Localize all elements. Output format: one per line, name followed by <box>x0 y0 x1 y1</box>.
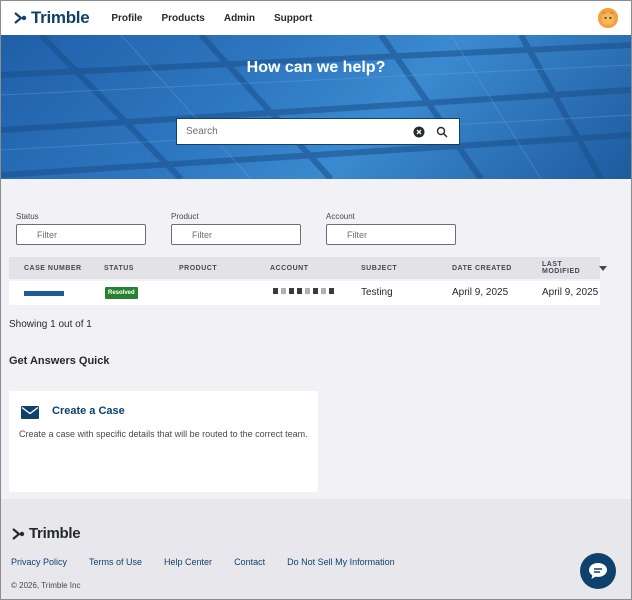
product-filter-label: Product <box>171 212 199 221</box>
logo-text: Trimble <box>31 8 90 27</box>
case-number-link[interactable] <box>24 291 64 296</box>
search-box <box>176 118 460 145</box>
sort-descending-icon[interactable] <box>599 266 607 271</box>
results-count: Showing 1 out of 1 <box>9 319 92 330</box>
column-status[interactable]: STATUS <box>104 265 134 272</box>
account-filter: Account <box>326 212 456 245</box>
status-filter-input[interactable] <box>16 224 146 245</box>
clear-icon[interactable] <box>413 126 425 138</box>
top-nav: Trimble Profile Products Admin Support <box>1 1 631 35</box>
hero-banner: How can we help? <box>1 35 631 179</box>
create-case-link[interactable]: Create a Case <box>52 405 125 417</box>
account-value-redacted <box>273 288 334 294</box>
footer-link-do-not-sell[interactable]: Do Not Sell My Information <box>287 557 395 567</box>
date-created-cell: April 9, 2025 <box>452 287 509 298</box>
hero-title: How can we help? <box>246 59 386 76</box>
footer-logo-text: Trimble <box>29 525 81 542</box>
avatar[interactable] <box>598 8 618 28</box>
column-last-modified[interactable]: LAST MODIFIED <box>542 261 600 275</box>
table-row[interactable]: Resolved Testing April 9, 2025 April 9, … <box>9 281 600 305</box>
create-case-description: Create a case with specific details that… <box>19 429 308 439</box>
footer-link-privacy[interactable]: Privacy Policy <box>11 557 67 567</box>
status-filter: Status <box>16 212 146 245</box>
nav-profile[interactable]: Profile <box>111 13 142 24</box>
column-account[interactable]: ACCOUNT <box>270 265 309 272</box>
account-filter-label: Account <box>326 212 355 221</box>
footer-logo[interactable]: Trimble <box>11 525 81 542</box>
status-filter-label: Status <box>16 212 39 221</box>
chat-button[interactable] <box>580 553 616 589</box>
trimble-logo-icon <box>12 527 25 540</box>
subject-cell: Testing <box>361 287 393 298</box>
footer-link-terms[interactable]: Terms of Use <box>89 557 142 567</box>
section-title: Get Answers Quick <box>9 355 110 367</box>
chat-bubble-icon <box>589 563 607 579</box>
column-product[interactable]: PRODUCT <box>179 265 217 272</box>
trimble-logo-icon <box>14 12 27 24</box>
column-subject[interactable]: SUBJECT <box>361 265 397 272</box>
hero-background-image <box>1 35 631 179</box>
footer-link-contact[interactable]: Contact <box>234 557 265 567</box>
search-input[interactable] <box>177 126 413 137</box>
column-date-created[interactable]: DATE CREATED <box>452 265 512 272</box>
nav-products[interactable]: Products <box>162 13 205 24</box>
search-icon[interactable] <box>436 126 448 138</box>
create-case-card[interactable]: Create a Case Create a case with specifi… <box>9 391 318 492</box>
status-badge: Resolved <box>105 287 138 299</box>
trimble-logo[interactable]: Trimble <box>13 8 90 28</box>
last-modified-cell: April 9, 2025 <box>542 287 599 298</box>
footer: Trimble Privacy Policy Terms of Use Help… <box>1 499 631 599</box>
column-case-number[interactable]: CASE NUMBER <box>24 265 82 272</box>
product-filter-input[interactable] <box>171 224 301 245</box>
cases-table-header: CASE NUMBER STATUS PRODUCT ACCOUNT SUBJE… <box>9 257 600 279</box>
product-filter: Product <box>171 212 301 245</box>
nav-support[interactable]: Support <box>274 13 312 24</box>
nav-admin[interactable]: Admin <box>224 13 255 24</box>
avatar-icon <box>598 8 618 28</box>
account-filter-input[interactable] <box>326 224 456 245</box>
envelope-icon <box>21 406 39 419</box>
copyright: © 2026, Trimble Inc <box>11 581 81 590</box>
footer-link-help-center[interactable]: Help Center <box>164 557 212 567</box>
